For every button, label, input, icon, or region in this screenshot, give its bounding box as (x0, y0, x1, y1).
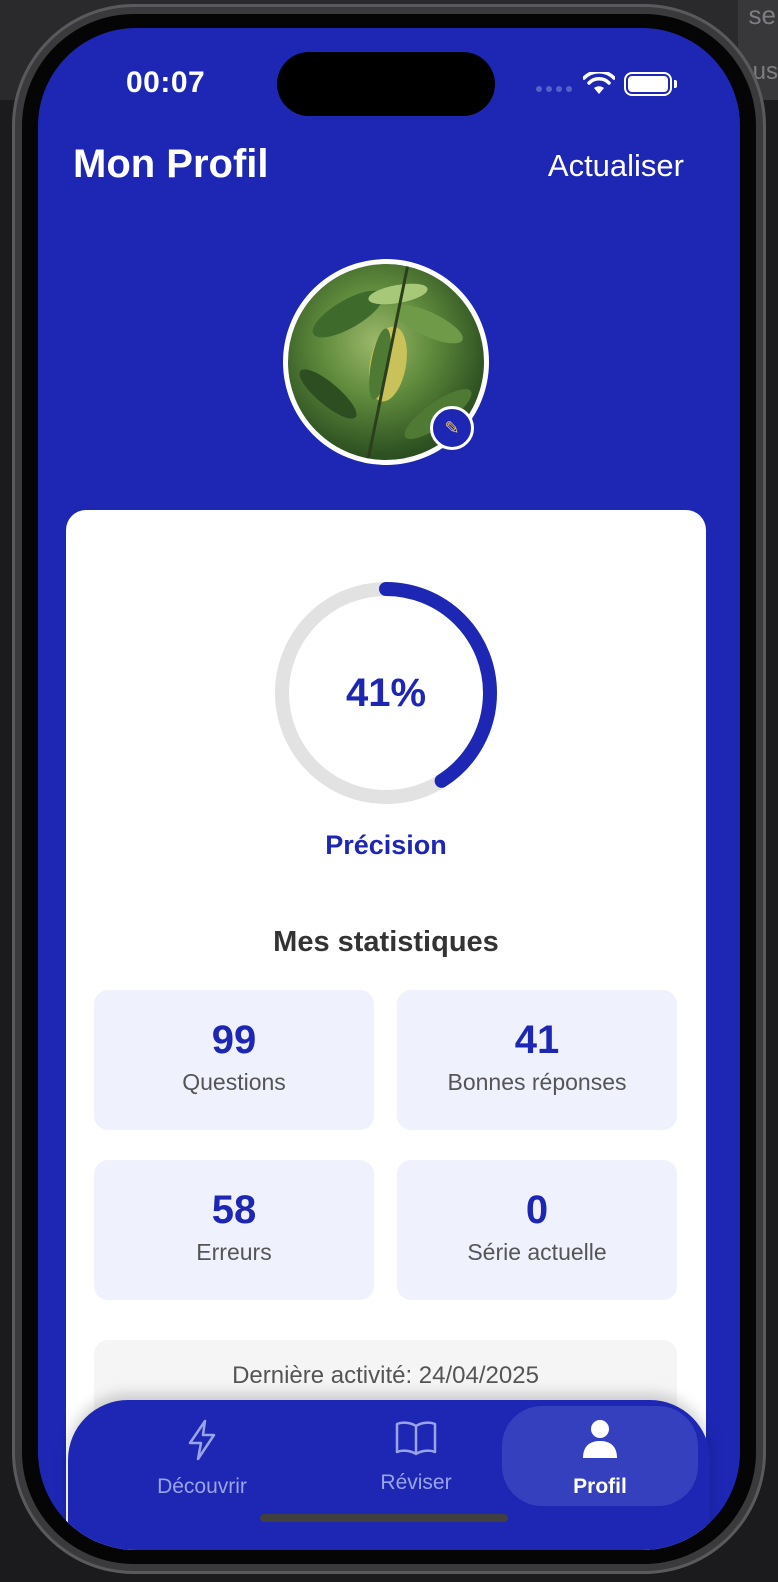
accuracy-value: 41% (345, 670, 427, 715)
pencil-icon: ✎ (444, 417, 460, 438)
tab-decouvrir[interactable]: Découvrir (104, 1400, 300, 1500)
stat-card-correct: 41 Bonnes réponses (397, 990, 677, 1130)
tab-label: Profil (573, 1475, 627, 1498)
stat-card-errors: 58 Erreurs (94, 1160, 374, 1300)
home-indicator (260, 1514, 508, 1522)
dynamic-island (277, 52, 495, 116)
stat-value: 58 (211, 1188, 257, 1232)
tab-reviser[interactable]: Réviser (318, 1400, 514, 1500)
stat-card-streak: 0 Série actuelle (397, 1160, 677, 1300)
stat-label: Bonnes réponses (447, 1069, 627, 1095)
profile-card: 41% Précision Mes statistiques 99 Questi… (66, 510, 706, 1550)
tab-label: Découvrir (157, 1475, 247, 1498)
stat-label: Série actuelle (467, 1239, 607, 1265)
stat-value: 41 (514, 1018, 560, 1062)
stat-value: 0 (525, 1188, 549, 1232)
stats-title: Mes statistiques (273, 926, 499, 958)
stat-value: 99 (211, 1018, 257, 1062)
phone-bezel: 00:07 Mon Profil Actualiser ✎ 41% Précis… (22, 14, 756, 1564)
tab-label: Réviser (380, 1471, 452, 1494)
edit-avatar-button[interactable]: ✎ (430, 406, 474, 450)
accuracy-label: Précision (325, 830, 447, 860)
page-title: Mon Profil (73, 142, 269, 186)
desktop-text-fragment: se (748, 0, 776, 30)
book-icon (395, 1421, 437, 1456)
wifi-icon (583, 72, 615, 94)
refresh-button[interactable]: Actualiser (548, 148, 684, 184)
lightning-icon (188, 1419, 216, 1461)
stat-card-questions: 99 Questions (94, 990, 374, 1130)
person-icon (583, 1420, 617, 1458)
status-time: 00:07 (126, 66, 206, 99)
stat-label: Erreurs (196, 1239, 272, 1265)
battery-icon (624, 72, 677, 96)
stat-label: Questions (182, 1069, 286, 1095)
app-screen: 00:07 Mon Profil Actualiser ✎ 41% Précis… (38, 28, 740, 1550)
cellular-signal-icon (536, 86, 572, 92)
tab-bar: Découvrir Réviser Profil (68, 1400, 710, 1550)
tab-profil[interactable]: Profil (502, 1406, 698, 1506)
